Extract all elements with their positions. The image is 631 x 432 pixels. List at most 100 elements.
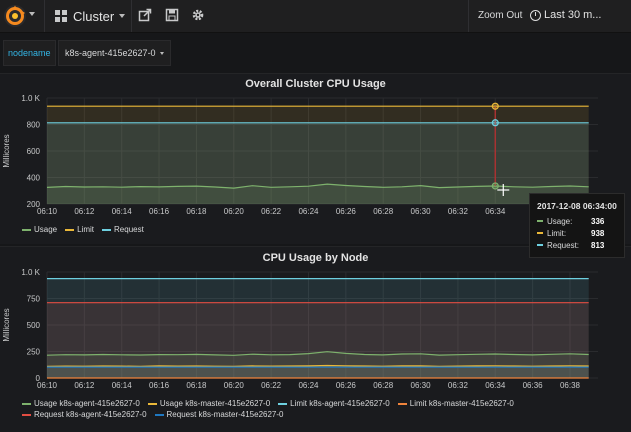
x-tick-label: 06:28 [373,381,394,390]
hover-point [491,182,499,190]
legend: Usage Limit Request [22,224,602,235]
legend-item[interactable]: Limit [65,224,94,235]
share-icon[interactable] [138,8,152,22]
tooltip-row-request: Request: 813 [537,240,619,250]
dashboard-picker-button[interactable]: Cluster [55,7,126,25]
x-tick-label: 06:10 [37,207,58,216]
legend-item[interactable]: Request k8s-master-415e2627-0 [154,409,284,420]
x-tick-label: 06:30 [411,381,432,390]
x-tick-label: 06:32 [448,207,469,216]
x-tick-label: 06:24 [298,381,319,390]
zoom-out-button[interactable]: Zoom Out [478,10,522,21]
y-axis-label: Millicores [2,308,11,341]
x-tick-label: 06:10 [37,381,58,390]
dashboard-grid-icon [55,10,67,22]
tooltip-row-limit: Limit: 938 [537,228,619,238]
gear-icon[interactable] [191,8,205,22]
y-tick-label: 600 [27,147,41,156]
variable-dropdown-nodename[interactable]: k8s-agent-415e2627-0 [58,40,171,66]
x-tick-label: 06:14 [112,381,133,390]
x-tick-label: 06:20 [224,207,245,216]
legend-swatch [22,228,31,231]
chevron-down-icon [159,51,164,55]
legend-label: Limit [77,225,95,234]
legend-label: Limit k8s-agent-415e2627-0 [290,399,390,408]
tooltip-series-name: Usage: [547,216,573,226]
x-tick-label: 06:12 [74,207,95,216]
x-tick-label: 06:14 [112,207,133,216]
legend-item[interactable]: Usage k8s-agent-415e2627-0 [22,398,140,409]
x-tick-label: 06:32 [448,381,469,390]
legend-swatch [537,220,543,222]
y-tick-label: 800 [27,121,41,130]
tooltip-row-usage: Usage: 336 [537,216,619,226]
x-tick-label: 06:26 [336,381,357,390]
x-tick-label: 06:22 [261,381,282,390]
legend-label: Usage [34,225,58,234]
time-range-label: Last 30 m... [544,9,602,21]
y-tick-label: 1.0 K [21,94,40,103]
legend-label: Usage k8s-master-415e2627-0 [159,399,271,408]
tooltip-series-value: 938 [591,228,605,238]
legend-label: Request k8s-master-415e2627-0 [166,410,284,419]
legend-swatch [537,232,543,234]
x-tick-label: 06:16 [149,381,170,390]
x-tick-label: 06:34 [485,381,506,390]
x-tick-label: 06:28 [373,207,394,216]
legend-label: Request [114,225,144,234]
clock-icon [530,9,541,21]
tooltip-series-value: 336 [591,216,605,226]
separator [44,0,45,32]
series-area [47,122,589,204]
legend-item[interactable]: Usage k8s-master-415e2627-0 [147,398,271,409]
tooltip-series-name: Limit: [547,228,567,238]
legend-item[interactable]: Usage [22,224,57,235]
legend-item[interactable]: Request k8s-agent-415e2627-0 [22,409,147,420]
series-area [47,367,589,378]
y-axis-label: Millicores [2,134,11,167]
legend-swatch [22,402,31,405]
x-tick-label: 06:26 [336,207,357,216]
grafana-logo-icon[interactable] [3,4,27,28]
x-tick-label: 06:12 [74,381,95,390]
dashboard-title: Cluster [73,8,115,24]
x-tick-label: 06:34 [485,207,506,216]
x-tick-label: 06:22 [261,207,282,216]
x-tick-label: 06:38 [560,381,581,390]
x-tick-label: 06:36 [523,381,544,390]
chevron-down-icon [119,14,126,18]
legend-label: Limit k8s-master-415e2627-0 [409,399,514,408]
series-line[interactable] [46,364,589,368]
time-range-picker[interactable]: Last 30 m... [530,9,601,21]
x-tick-label: 06:18 [186,207,207,216]
legend-item[interactable]: Request [102,224,144,235]
legend-swatch [147,402,157,405]
legend-swatch [397,402,407,405]
legend-item[interactable]: Limit k8s-agent-415e2627-0 [278,398,390,409]
x-tick-label: 06:24 [298,207,319,216]
x-tick-label: 06:30 [411,207,432,216]
x-tick-label: 06:16 [149,207,170,216]
legend-swatch [65,228,75,231]
logo-menu-caret-icon[interactable] [29,12,35,16]
tooltip-series-value: 813 [591,240,605,250]
separator [468,0,469,32]
legend: Usage k8s-agent-415e2627-0 Usage k8s-mast… [22,398,622,420]
legend-item[interactable]: Limit k8s-master-415e2627-0 [397,398,514,409]
legend-label: Request k8s-agent-415e2627-0 [34,410,147,419]
tooltip-time: 2017-12-08 06:34:00 [537,201,617,211]
legend-swatch [22,413,31,416]
y-tick-label: 250 [27,348,41,357]
legend-label: Usage k8s-agent-415e2627-0 [34,399,140,408]
graph-tooltip: 2017-12-08 06:34:00 Usage: 336 Limit: 93… [529,193,625,258]
x-tick-label: 06:18 [186,381,207,390]
y-tick-label: 1.0 K [21,268,40,277]
variable-value: k8s-agent-415e2627-0 [65,48,156,58]
tooltip-series-name: Request: [547,240,580,250]
legend-swatch [102,228,112,231]
hover-point [491,119,499,127]
save-icon[interactable] [165,8,179,22]
legend-swatch [154,413,164,416]
top-navbar: Cluster Zoom Out Last 30 m... [0,0,631,33]
legend-swatch [537,244,543,246]
